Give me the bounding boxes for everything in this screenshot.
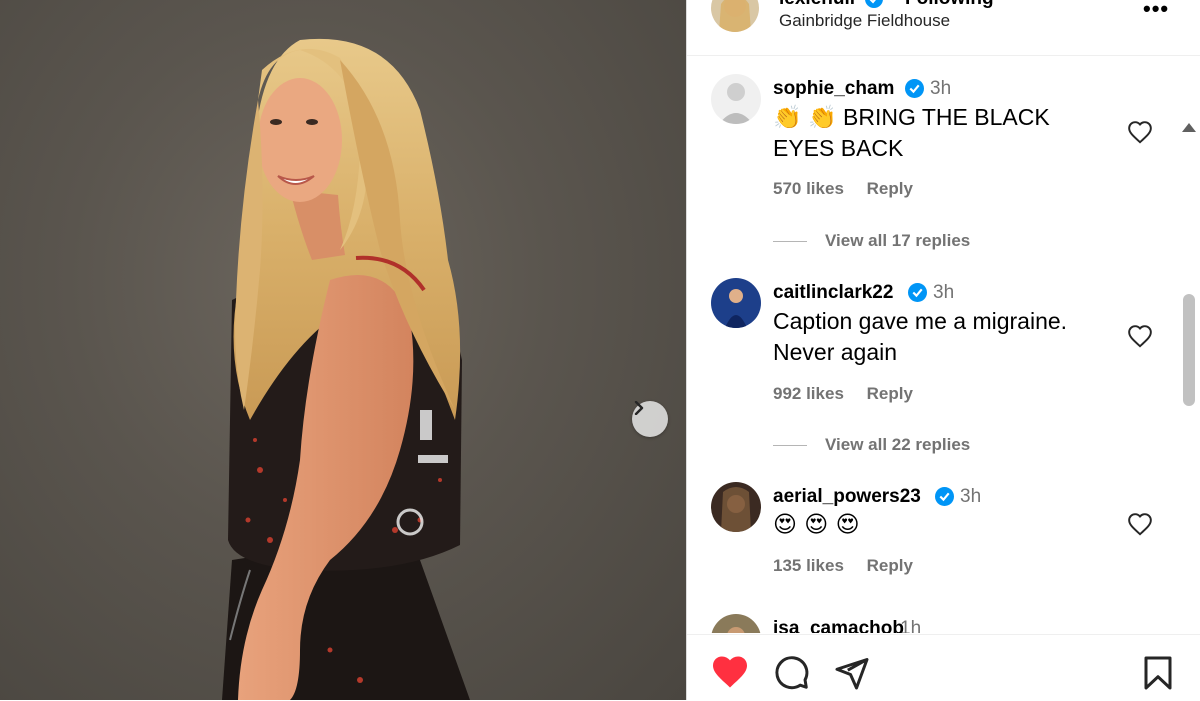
scroll-up-arrow-icon[interactable]	[1181, 120, 1197, 138]
author-username[interactable]: lexiehull	[779, 0, 855, 10]
comment-username[interactable]: isa_camachob	[773, 618, 904, 633]
comment-text: 👏 👏 BRING THE BLACK EYES BACK	[773, 104, 1050, 161]
more-options-icon[interactable]: •••	[1143, 0, 1169, 22]
like-comment-heart-icon[interactable]	[1127, 120, 1153, 146]
save-button[interactable]	[1141, 655, 1175, 696]
comment-likes[interactable]: 992 likes	[773, 384, 844, 403]
comment-username[interactable]: sophie_cham	[773, 78, 894, 100]
commenter-avatar[interactable]	[711, 278, 761, 328]
comments-list: sophie_cham 3h 👏 👏 BRING THE BLACK EYES …	[687, 56, 1200, 633]
post-photo	[0, 0, 686, 700]
next-photo-button[interactable]	[632, 401, 668, 437]
following-button[interactable]: Following	[905, 0, 994, 10]
comment-text: Caption gave me a migraine. Never again	[773, 308, 1068, 365]
view-replies-label: View all 22 replies	[825, 435, 971, 454]
scrollbar-thumb[interactable]	[1183, 294, 1195, 406]
comment-meta: 570 likes Reply	[773, 179, 931, 199]
like-button[interactable]	[711, 655, 749, 694]
like-comment-heart-icon[interactable]	[1127, 512, 1153, 538]
player-portrait-image	[222, 38, 470, 700]
like-comment-heart-icon[interactable]	[1127, 324, 1153, 350]
comment-icon	[775, 656, 809, 690]
view-replies-label: View all 17 replies	[825, 231, 971, 250]
commenter-avatar[interactable]	[711, 74, 761, 124]
chevron-right-icon	[634, 401, 644, 415]
comment-username[interactable]: caitlinclark22	[773, 282, 893, 304]
reply-button[interactable]: Reply	[867, 179, 913, 198]
author-avatar[interactable]	[711, 0, 759, 32]
comment-meta: 992 likes Reply	[773, 384, 931, 404]
send-icon	[835, 658, 869, 690]
comment-text: 😍 😍 😍	[773, 512, 860, 538]
post-side-panel: lexiehull Following Gainbridge Fieldhous…	[686, 0, 1200, 700]
comment-likes[interactable]: 135 likes	[773, 556, 844, 575]
comment-button[interactable]	[774, 655, 810, 696]
view-replies-button[interactable]: View all 17 replies	[773, 231, 970, 251]
post-location[interactable]: Gainbridge Fieldhouse	[779, 11, 950, 31]
comment-likes[interactable]: 570 likes	[773, 179, 844, 198]
comment-time: 3h	[933, 282, 955, 303]
verified-badge-icon	[905, 79, 924, 103]
comment-username[interactable]: aerial_powers23	[773, 486, 921, 508]
commenter-avatar[interactable]	[711, 482, 761, 532]
bookmark-icon	[1144, 656, 1172, 690]
comment-time: 3h	[930, 78, 952, 99]
comment-time: 3h	[960, 486, 982, 507]
verified-badge-icon	[908, 283, 927, 307]
view-replies-button[interactable]: View all 22 replies	[773, 435, 970, 455]
verified-badge-icon	[935, 487, 954, 511]
post-action-bar	[687, 634, 1200, 701]
post-header: lexiehull Following Gainbridge Fieldhous…	[687, 0, 1200, 56]
comment-meta: 135 likes Reply	[773, 556, 931, 576]
share-button[interactable]	[834, 655, 870, 696]
reply-button[interactable]: Reply	[867, 384, 913, 403]
reply-button[interactable]: Reply	[867, 556, 913, 575]
divider-line	[773, 240, 807, 242]
heart-filled-icon	[713, 656, 747, 688]
commenter-avatar[interactable]	[711, 614, 761, 633]
comment-time: 1h	[900, 618, 922, 633]
divider-line	[773, 444, 807, 446]
